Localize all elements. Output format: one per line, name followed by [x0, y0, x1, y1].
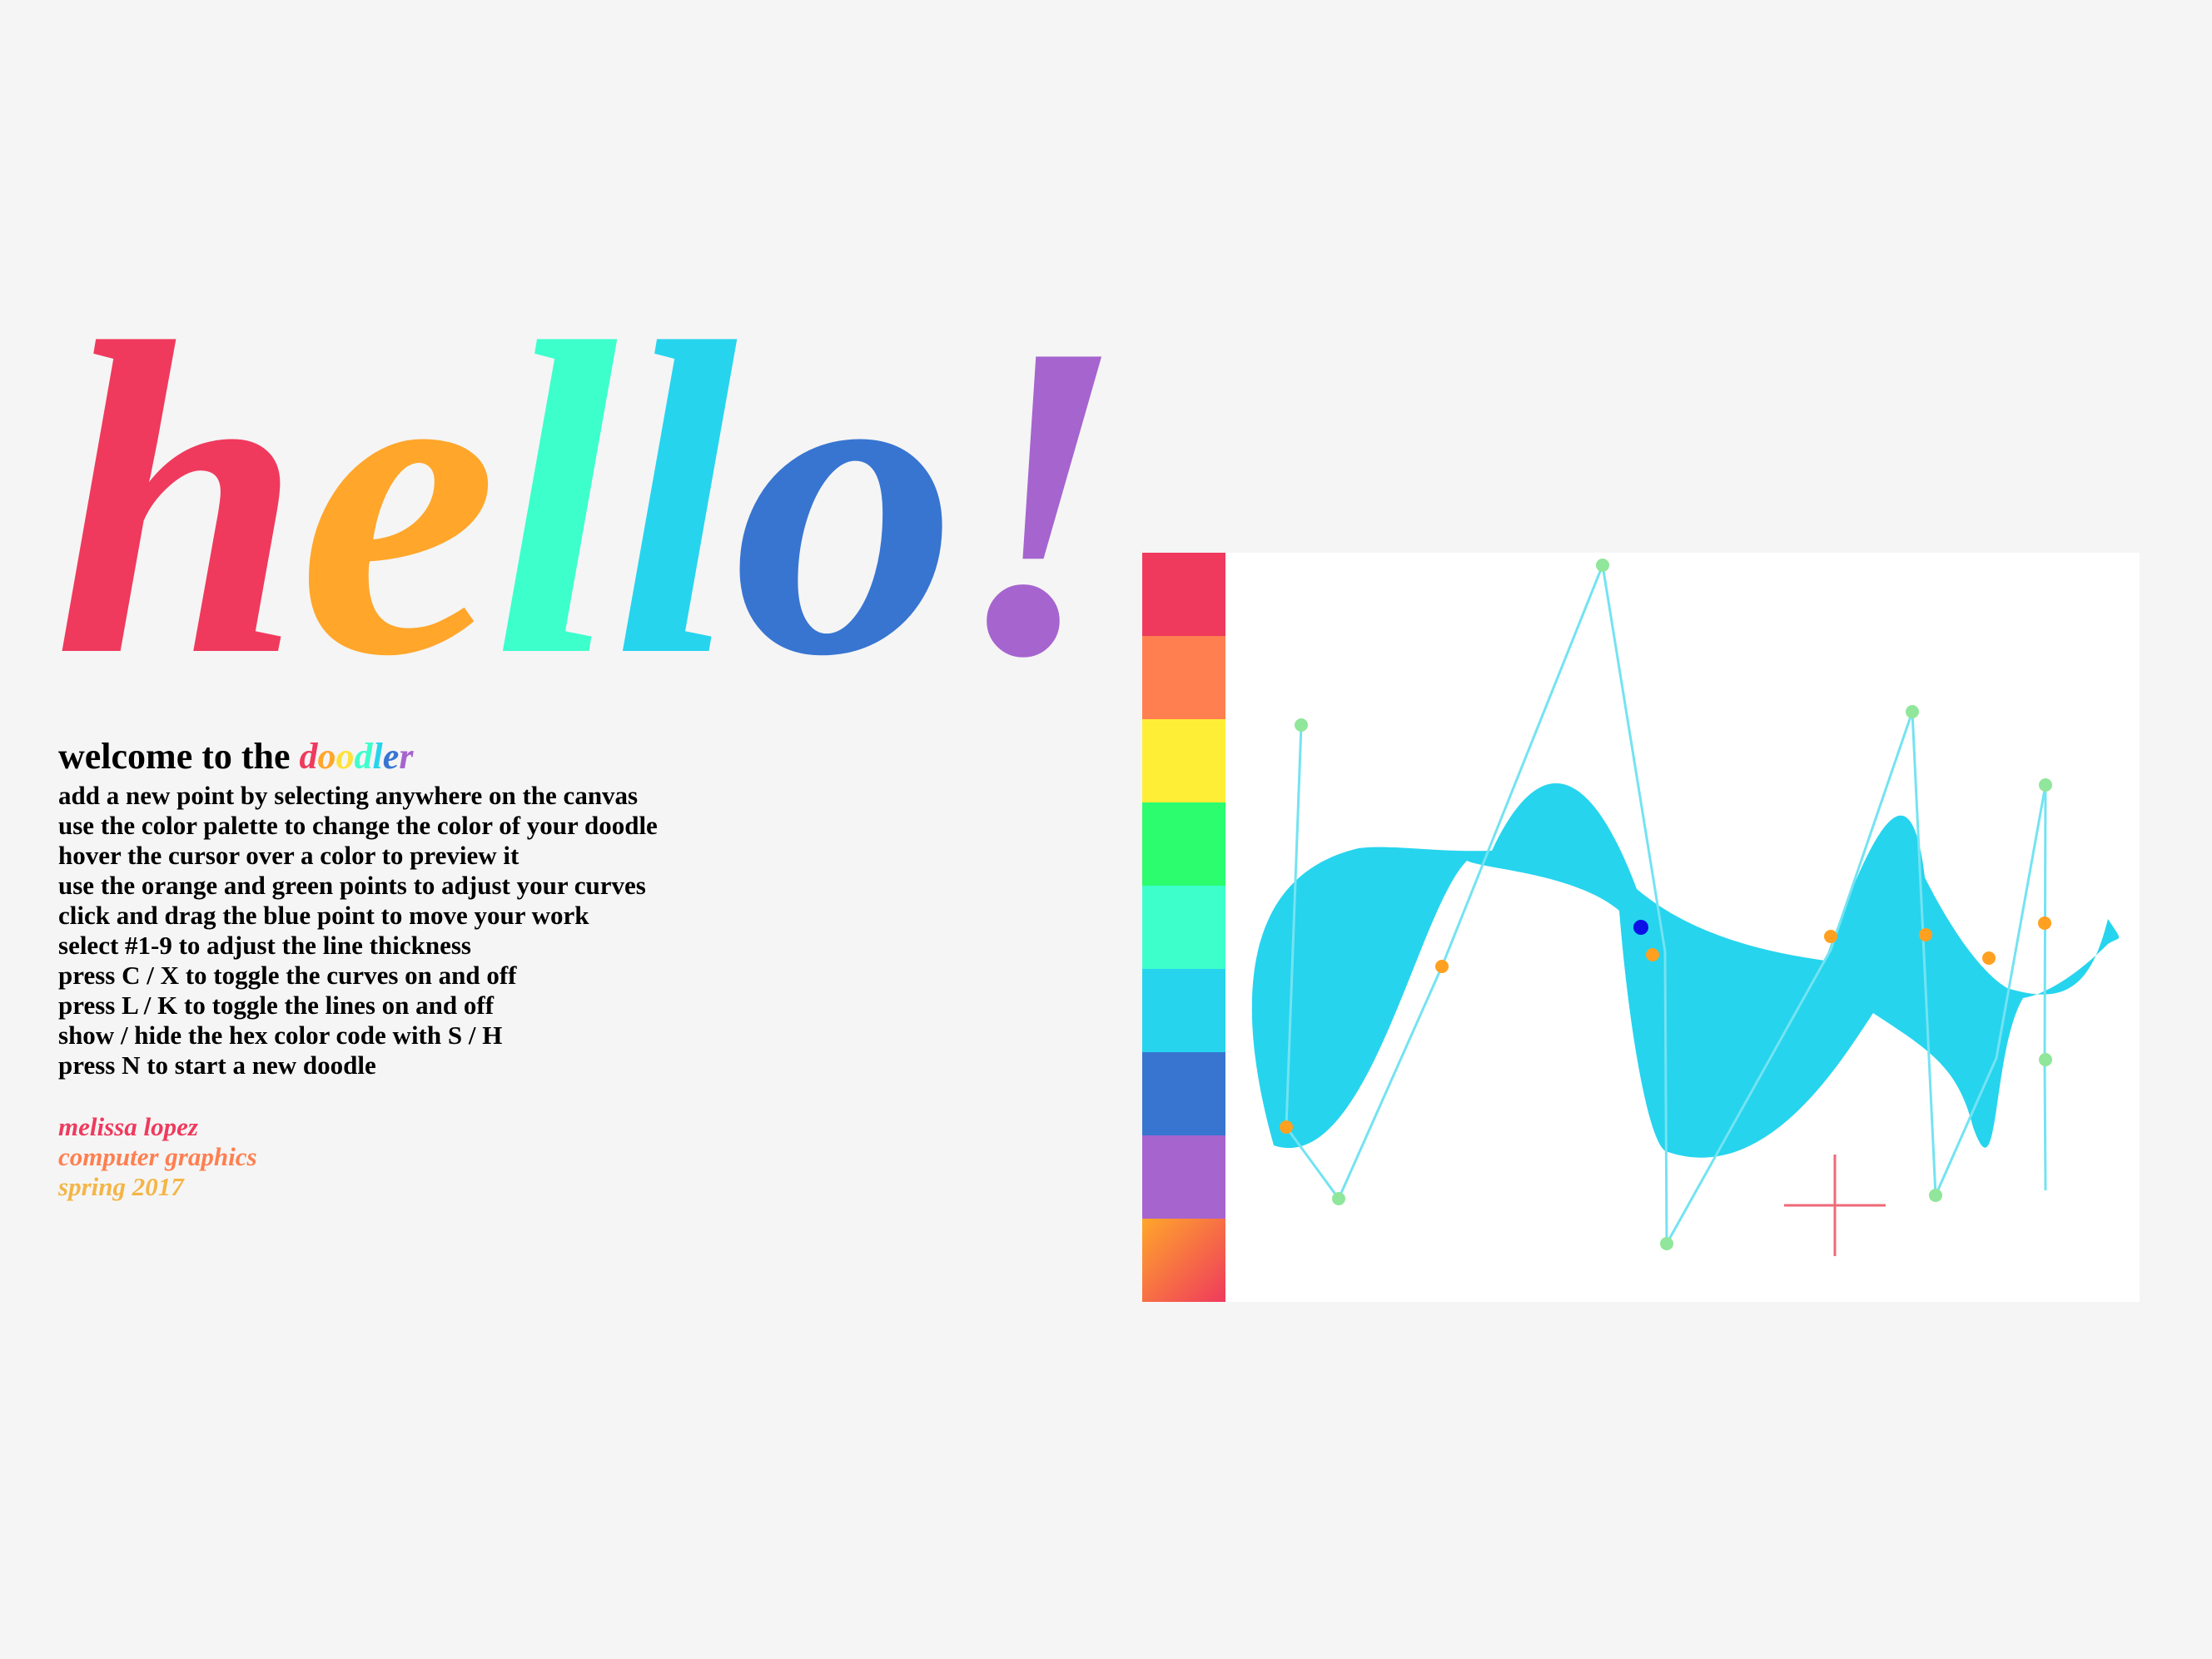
- doodler-letter: e: [382, 736, 400, 777]
- instruction-item: hover the cursor over a color to preview…: [58, 841, 519, 870]
- control-point[interactable]: [1596, 559, 1609, 572]
- control-point[interactable]: [2039, 1053, 2052, 1066]
- control-point[interactable]: [1906, 705, 1919, 718]
- doodle-drawing[interactable]: [1225, 553, 2140, 1302]
- color-swatch-purple[interactable]: [1142, 1135, 1225, 1219]
- credit-term: spring 2017: [58, 1172, 184, 1201]
- credits: melissa lopez computer graphics spring 2…: [58, 1112, 1057, 1202]
- doodler-letter: o: [336, 736, 355, 777]
- control-point[interactable]: [1295, 718, 1308, 732]
- instruction-item: show / hide the hex color code with S / …: [58, 1021, 503, 1050]
- control-point[interactable]: [1929, 1189, 1942, 1202]
- crosshair-cursor-icon: [1784, 1155, 1886, 1256]
- instruction-item: use the color palette to change the colo…: [58, 811, 658, 840]
- color-swatch-coral[interactable]: [1142, 636, 1225, 719]
- instruction-item: select #1-9 to adjust the line thickness: [58, 931, 471, 960]
- instruction-item: click and drag the blue point to move yo…: [58, 901, 589, 930]
- doodler-letter: o: [317, 736, 336, 777]
- doodler-letter: d: [299, 736, 318, 777]
- hello-letter: h: [53, 251, 303, 748]
- tangent-point[interactable]: [1646, 948, 1659, 961]
- anchor-point[interactable]: [1633, 920, 1648, 935]
- instruction-item: use the orange and green points to adjus…: [58, 871, 646, 900]
- color-swatch-cyan[interactable]: [1142, 969, 1225, 1052]
- tangent-point[interactable]: [1982, 951, 1996, 965]
- tangent-point[interactable]: [2038, 916, 2051, 930]
- info-panel: welcome to the doodler add a new point b…: [58, 733, 1057, 1202]
- instruction-item: add a new point by selecting anywhere on…: [58, 781, 639, 810]
- color-swatch-aqua[interactable]: [1142, 886, 1225, 969]
- hello-letter: o: [733, 251, 957, 748]
- doodle-canvas[interactable]: [1225, 553, 2140, 1302]
- hello-letter: e: [298, 251, 498, 748]
- color-swatch-gradient[interactable]: [1142, 1219, 1225, 1302]
- hello-letter: l: [613, 251, 738, 748]
- color-palette: [1142, 553, 1225, 1302]
- credit-author: melissa lopez: [58, 1112, 198, 1141]
- instruction-item: press C / X to toggle the curves on and …: [58, 961, 517, 990]
- hello-letter: l: [493, 251, 618, 748]
- control-point[interactable]: [2039, 778, 2052, 792]
- tangent-point[interactable]: [1280, 1120, 1293, 1134]
- welcome-prefix: welcome to the: [58, 736, 300, 777]
- control-point[interactable]: [1660, 1237, 1673, 1250]
- tangent-point[interactable]: [1435, 960, 1449, 973]
- instruction-item: press N to start a new doodle: [58, 1051, 376, 1080]
- hello-letter: !: [952, 251, 1127, 748]
- doodler-letter: l: [372, 736, 383, 777]
- control-point[interactable]: [1332, 1192, 1345, 1205]
- color-swatch-blue[interactable]: [1142, 1052, 1225, 1135]
- doodler-word: doodler: [300, 736, 414, 777]
- tangent-point[interactable]: [1919, 928, 1932, 941]
- doodler-letter: r: [399, 736, 414, 777]
- instruction-item: press L / K to toggle the lines on and o…: [58, 991, 495, 1020]
- color-swatch-green[interactable]: [1142, 802, 1225, 886]
- instructions-list: add a new point by selecting anywhere on…: [58, 781, 1057, 1080]
- tangent-point[interactable]: [1824, 930, 1837, 943]
- color-swatch-yellow[interactable]: [1142, 719, 1225, 802]
- doodler-letter: d: [354, 736, 373, 777]
- color-swatch-red[interactable]: [1142, 553, 1225, 636]
- credit-course: computer graphics: [58, 1142, 257, 1171]
- hello-title: hello!: [53, 251, 1127, 748]
- welcome-heading: welcome to the doodler: [58, 733, 1057, 781]
